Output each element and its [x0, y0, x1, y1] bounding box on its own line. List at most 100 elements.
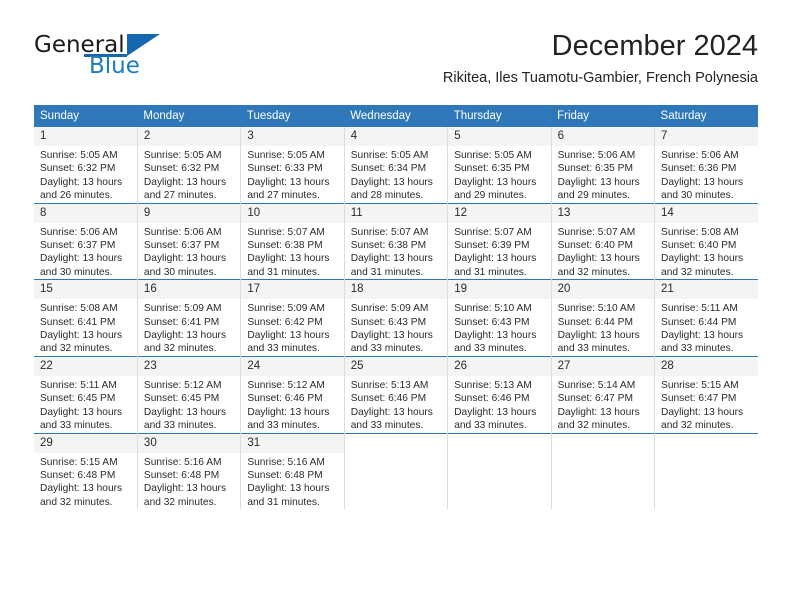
daylight-text: Daylight: 13 hours — [143, 253, 227, 265]
daylight-text: Daylight: 13 hours — [350, 253, 433, 265]
daylight-text: and 32 minutes. — [557, 420, 631, 432]
calendar-day-cell[interactable]: 5 Sunrise: 5:05 AM Sunset: 6:35 PM Daylight… — [447, 127, 552, 204]
calendar-day-cell[interactable]: 29 Sunrise: 5:15 AM Sunset: 6:48 PM Dayligh… — [34, 432, 138, 510]
day-details: Sunrise: 5:06 AM Sunset: 6:37 PM Daylight:… — [138, 223, 240, 280]
day-number — [655, 434, 758, 453]
calendar-day-cell[interactable]: 30 Sunrise: 5:16 AM Sunset: 6:48 PM Dayligh… — [136, 432, 241, 510]
sunset-text: Sunset: 6:44 PM — [557, 316, 633, 328]
daylight-text: Daylight: 13 hours — [557, 330, 640, 342]
day-details: Sunrise: 5:16 AM Sunset: 6:48 PM Daylight:… — [241, 453, 343, 510]
logo-text-blue: Blue — [89, 53, 140, 79]
calendar-day-cell[interactable]: 16 Sunrise: 5:09 AM Sunset: 6:41 PM Dayligh… — [136, 279, 241, 357]
calendar-day-cell[interactable]: 7 Sunrise: 5:06 AM Sunset: 6:36 PM Daylight… — [654, 127, 758, 204]
calendar-day-cell[interactable]: 13 Sunrise: 5:07 AM Sunset: 6:40 PM Dayligh… — [550, 202, 655, 280]
day-number: 17 — [241, 280, 344, 300]
sunset-text: Sunset: 6:47 PM — [661, 393, 737, 405]
sunset-text: Sunset: 6:38 PM — [350, 240, 427, 252]
calendar-day-cell[interactable]: 3 Sunrise: 5:05 AM Sunset: 6:33 PM Daylight… — [240, 127, 345, 204]
calendar-day-cell[interactable]: 14 Sunrise: 5:08 AM Sunset: 6:40 PM Dayligh… — [654, 202, 758, 280]
daylight-text: and 33 minutes. — [350, 343, 424, 355]
daylight-text: and 31 minutes. — [247, 496, 320, 508]
title-block: December 2024 Rikitea, Iles Tuamotu-Gamb… — [443, 28, 758, 88]
calendar-cell-empty — [343, 432, 448, 510]
calendar-day-cell[interactable]: 24 Sunrise: 5:12 AM Sunset: 6:46 PM Dayligh… — [240, 355, 345, 433]
sunrise-text: Sunrise: 5:11 AM — [661, 303, 738, 315]
calendar-page: General Blue December 2024 Rikitea, Iles… — [0, 0, 792, 612]
calendar-day-cell[interactable]: 18 Sunrise: 5:09 AM Sunset: 6:43 PM Dayligh… — [343, 279, 448, 357]
daylight-text: and 30 minutes. — [143, 266, 217, 278]
day-number: 6 — [551, 127, 655, 146]
sunrise-text: Sunrise: 5:06 AM — [143, 226, 222, 238]
day-number: 22 — [34, 356, 137, 376]
day-details: Sunrise: 5:05 AM Sunset: 6:34 PM Daylight:… — [345, 146, 447, 203]
weekday-header-thursday: Thursday — [447, 105, 552, 127]
sunrise-text: Sunrise: 5:09 AM — [247, 303, 325, 315]
daylight-text: and 31 minutes. — [350, 266, 424, 278]
day-number: 31 — [241, 433, 344, 453]
daylight-text: Daylight: 13 hours — [350, 176, 433, 188]
day-number: 9 — [137, 203, 241, 223]
day-number — [552, 434, 654, 453]
sunrise-text: Sunrise: 5:05 AM — [40, 150, 118, 161]
calendar-day-cell[interactable]: 11 Sunrise: 5:07 AM Sunset: 6:38 PM Dayligh… — [343, 202, 448, 280]
calendar-day-cell[interactable]: 8 Sunrise: 5:06 AM Sunset: 6:37 PM Daylight… — [34, 202, 138, 280]
sunset-text: Sunset: 6:43 PM — [454, 316, 530, 328]
calendar-day-cell[interactable]: 12 Sunrise: 5:07 AM Sunset: 6:39 PM Dayligh… — [447, 202, 552, 280]
calendar-day-cell[interactable]: 17 Sunrise: 5:09 AM Sunset: 6:42 PM Dayligh… — [240, 279, 345, 357]
calendar-day-cell[interactable]: 27 Sunrise: 5:14 AM Sunset: 6:47 PM Dayligh… — [550, 355, 655, 433]
sunset-text: Sunset: 6:35 PM — [557, 163, 633, 175]
sunrise-text: Sunrise: 5:07 AM — [557, 226, 636, 238]
sunrise-text: Sunrise: 5:12 AM — [143, 379, 222, 391]
sunrise-text: Sunrise: 5:06 AM — [40, 226, 118, 238]
weekday-header-saturday: Saturday — [654, 105, 758, 127]
day-number: 18 — [344, 280, 448, 300]
sunset-text: Sunset: 6:37 PM — [40, 240, 116, 252]
sunrise-text: Sunrise: 5:06 AM — [661, 150, 739, 161]
day-number: 15 — [34, 280, 137, 300]
daylight-text: Daylight: 13 hours — [454, 330, 537, 342]
calendar-day-cell[interactable]: 6 Sunrise: 5:06 AM Sunset: 6:35 PM Daylight… — [550, 127, 655, 204]
calendar-day-cell[interactable]: 20 Sunrise: 5:10 AM Sunset: 6:44 PM Dayligh… — [550, 279, 655, 357]
daylight-text: and 27 minutes. — [143, 190, 217, 202]
daylight-text: Daylight: 13 hours — [143, 406, 227, 418]
calendar-day-cell[interactable]: 31 Sunrise: 5:16 AM Sunset: 6:48 PM Dayligh… — [240, 432, 345, 510]
calendar-cell-empty — [447, 432, 552, 510]
sunrise-text: Sunrise: 5:10 AM — [557, 303, 636, 315]
day-number: 3 — [241, 127, 344, 146]
calendar-day-cell[interactable]: 22 Sunrise: 5:11 AM Sunset: 6:45 PM Dayligh… — [34, 355, 138, 433]
calendar-day-cell[interactable]: 21 Sunrise: 5:11 AM Sunset: 6:44 PM Dayligh… — [654, 279, 758, 357]
calendar-day-cell[interactable]: 9 Sunrise: 5:06 AM Sunset: 6:37 PM Daylight… — [136, 202, 241, 280]
daylight-text: and 33 minutes. — [247, 420, 320, 432]
day-number: 12 — [448, 203, 551, 223]
day-details: Sunrise: 5:09 AM Sunset: 6:42 PM Daylight:… — [241, 299, 343, 356]
day-details: Sunrise: 5:09 AM Sunset: 6:43 PM Daylight:… — [345, 299, 447, 356]
calendar-day-cell[interactable]: 23 Sunrise: 5:12 AM Sunset: 6:45 PM Dayligh… — [136, 355, 241, 433]
daylight-text: Daylight: 13 hours — [350, 330, 433, 342]
calendar-day-cell[interactable]: 26 Sunrise: 5:13 AM Sunset: 6:46 PM Dayligh… — [447, 355, 552, 433]
sunset-text: Sunset: 6:42 PM — [247, 316, 323, 328]
calendar-week-row: 15 Sunrise: 5:08 AM Sunset: 6:41 PM Dayligh… — [34, 279, 758, 357]
sunset-text: Sunset: 6:33 PM — [247, 163, 323, 175]
day-number — [345, 434, 447, 453]
general-blue-logo[interactable]: General Blue — [34, 32, 214, 88]
day-number: 24 — [241, 356, 344, 376]
day-details: Sunrise: 5:11 AM Sunset: 6:45 PM Daylight:… — [34, 376, 137, 433]
calendar-day-cell[interactable]: 4 Sunrise: 5:05 AM Sunset: 6:34 PM Daylight… — [343, 127, 448, 204]
calendar-cell-empty — [654, 432, 758, 510]
calendar-week-row: 22 Sunrise: 5:11 AM Sunset: 6:45 PM Dayligh… — [34, 355, 758, 433]
calendar-day-cell[interactable]: 28 Sunrise: 5:15 AM Sunset: 6:47 PM Dayligh… — [654, 355, 758, 433]
day-number: 7 — [655, 127, 758, 146]
calendar-day-cell[interactable]: 25 Sunrise: 5:13 AM Sunset: 6:46 PM Dayligh… — [343, 355, 448, 433]
daylight-text: and 33 minutes. — [454, 343, 527, 355]
calendar-day-cell[interactable]: 1 Sunrise: 5:05 AM Sunset: 6:32 PM Daylight… — [34, 127, 138, 204]
sunrise-text: Sunrise: 5:09 AM — [143, 303, 222, 315]
calendar-day-cell[interactable]: 19 Sunrise: 5:10 AM Sunset: 6:43 PM Dayligh… — [447, 279, 552, 357]
calendar-day-cell[interactable]: 10 Sunrise: 5:07 AM Sunset: 6:38 PM Dayligh… — [240, 202, 345, 280]
sunset-text: Sunset: 6:46 PM — [350, 393, 427, 405]
daylight-text: Daylight: 13 hours — [247, 330, 330, 342]
calendar-day-cell[interactable]: 2 Sunrise: 5:05 AM Sunset: 6:32 PM Daylight… — [136, 127, 241, 204]
daylight-text: and 32 minutes. — [143, 343, 217, 355]
day-details: Sunrise: 5:14 AM Sunset: 6:47 PM Daylight:… — [552, 376, 654, 433]
calendar-day-cell[interactable]: 15 Sunrise: 5:08 AM Sunset: 6:41 PM Dayligh… — [34, 279, 138, 357]
day-number: 11 — [344, 203, 448, 223]
